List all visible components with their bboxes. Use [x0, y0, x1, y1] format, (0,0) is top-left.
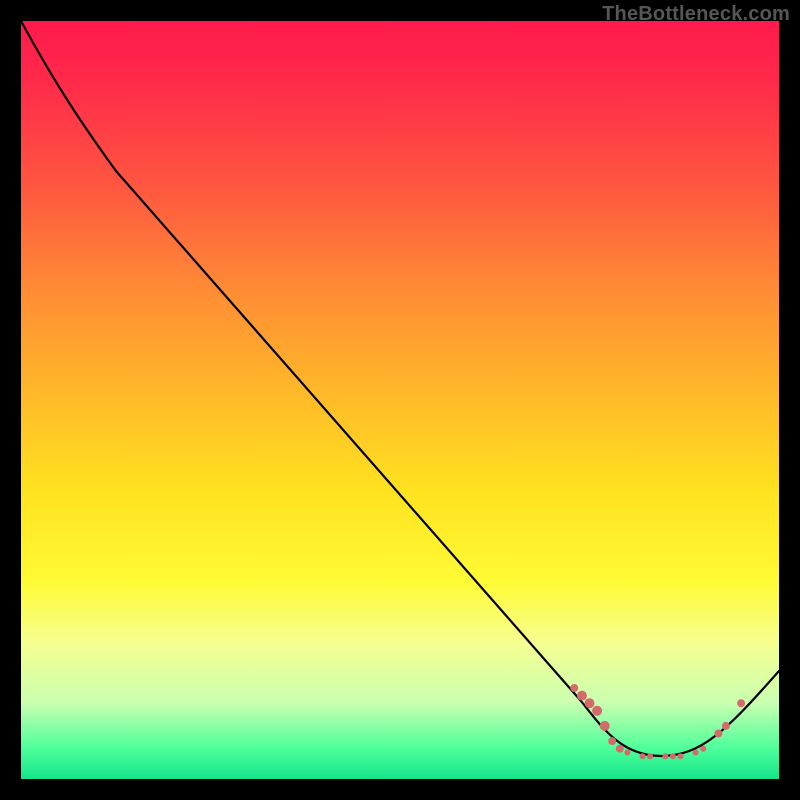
data-point — [616, 745, 624, 753]
chart-container: TheBottleneck.com — [0, 0, 800, 800]
data-point — [624, 750, 630, 756]
watermark: TheBottleneck.com — [602, 4, 790, 24]
data-point — [670, 753, 676, 759]
data-point — [662, 753, 668, 759]
data-point — [714, 730, 722, 738]
data-point — [640, 753, 646, 759]
data-point — [600, 721, 610, 731]
data-point — [577, 691, 587, 701]
bottleneck-curve — [21, 21, 779, 756]
chart-svg — [21, 21, 779, 779]
data-point — [722, 722, 730, 730]
data-point — [678, 753, 684, 759]
data-point — [608, 737, 616, 745]
data-point — [693, 750, 699, 756]
data-point — [570, 684, 578, 692]
data-point — [585, 698, 595, 708]
data-point — [737, 699, 745, 707]
data-point — [647, 753, 653, 759]
data-point — [700, 746, 706, 752]
data-point — [592, 706, 602, 716]
